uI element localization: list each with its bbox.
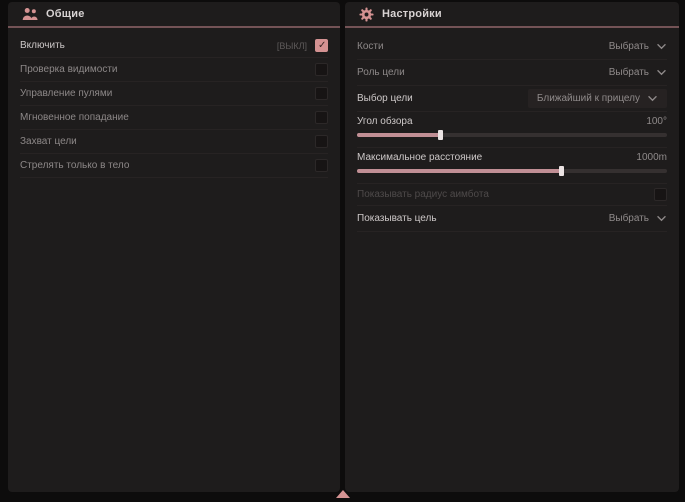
row-enable: Включить [ВЫКЛ] — [20, 34, 328, 58]
max-distance-slider-fill — [357, 169, 562, 173]
fov-value: 100° — [646, 116, 667, 127]
bullet-control-checkbox[interactable] — [315, 87, 328, 100]
target-lock-checkbox[interactable] — [315, 135, 328, 148]
menu-window: Общие Включить [ВЫКЛ] Проверка видимости… — [0, 0, 685, 502]
panel-general-body: Включить [ВЫКЛ] Проверка видимости Управ… — [8, 28, 340, 178]
target-role-dropdown[interactable]: Выбрать — [609, 67, 667, 78]
row-target-role: Роль цели Выбрать — [357, 60, 667, 86]
dropdown-value: Выбрать — [609, 41, 649, 52]
setting-label: Выбор цели — [357, 93, 413, 104]
body-only-checkbox[interactable] — [315, 159, 328, 172]
enable-checkbox[interactable] — [315, 39, 328, 52]
row-fov: Угол обзора 100° — [357, 112, 667, 148]
scroll-up-indicator[interactable] — [336, 490, 350, 498]
visibility-check-checkbox[interactable] — [315, 63, 328, 76]
panel-general-title: Общие — [46, 8, 85, 20]
show-target-dropdown[interactable]: Выбрать — [609, 213, 667, 224]
setting-label: Проверка видимости — [20, 64, 118, 75]
chevron-down-icon — [656, 43, 667, 50]
row-instant-hit: Мгновенное попадание — [20, 106, 328, 130]
row-show-target: Показывать цель Выбрать — [357, 206, 667, 232]
fov-slider-handle[interactable] — [438, 130, 443, 140]
setting-label: Показывать цель — [357, 213, 437, 224]
bones-dropdown[interactable]: Выбрать — [609, 41, 667, 52]
show-radius-checkbox[interactable] — [654, 188, 667, 201]
instant-hit-checkbox[interactable] — [315, 111, 328, 124]
setting-label: Управление пулями — [20, 88, 112, 99]
panel-settings: Настройки Кости Выбрать Роль цели Выбрат… — [345, 2, 679, 492]
panel-general-header: Общие — [8, 2, 340, 28]
fov-slider[interactable] — [357, 133, 667, 137]
max-distance-slider[interactable] — [357, 169, 667, 173]
setting-label: Захват цели — [20, 136, 77, 147]
target-select-dropdown[interactable]: Ближайший к прицелу — [528, 89, 667, 108]
dropdown-value: Выбрать — [609, 67, 649, 78]
row-bullet-control: Управление пулями — [20, 82, 328, 106]
setting-label: Роль цели — [357, 67, 405, 78]
chevron-down-icon — [656, 215, 667, 222]
gear-icon — [359, 7, 374, 22]
users-icon — [22, 7, 38, 21]
hotkey-tag: [ВЫКЛ] — [277, 41, 307, 51]
panel-general: Общие Включить [ВЫКЛ] Проверка видимости… — [8, 2, 340, 492]
setting-label: Угол обзора — [357, 116, 413, 127]
max-distance-value: 1000m — [636, 152, 667, 163]
setting-label: Мгновенное попадание — [20, 112, 129, 123]
row-bones: Кости Выбрать — [357, 34, 667, 60]
dropdown-value: Выбрать — [609, 213, 649, 224]
dropdown-value: Ближайший к прицелу — [537, 93, 640, 104]
row-target-lock: Захват цели — [20, 130, 328, 154]
chevron-down-icon — [656, 69, 667, 76]
fov-slider-fill — [357, 133, 441, 137]
max-distance-slider-handle[interactable] — [559, 166, 564, 176]
row-max-distance: Максимальное расстояние 1000m — [357, 148, 667, 184]
row-target-select: Выбор цели Ближайший к прицелу — [357, 86, 667, 112]
panel-settings-title: Настройки — [382, 8, 442, 20]
row-visibility-check: Проверка видимости — [20, 58, 328, 82]
setting-label: Показывать радиус аимбота — [357, 189, 489, 200]
panel-settings-body: Кости Выбрать Роль цели Выбрать — [345, 28, 679, 232]
panel-settings-header: Настройки — [345, 2, 679, 28]
row-show-radius: Показывать радиус аимбота — [357, 184, 667, 206]
setting-label: Стрелять только в тело — [20, 160, 129, 171]
setting-label: Максимальное расстояние — [357, 152, 482, 163]
setting-label: Включить — [20, 40, 65, 51]
chevron-down-icon — [647, 95, 658, 102]
row-body-only: Стрелять только в тело — [20, 154, 328, 178]
setting-label: Кости — [357, 41, 384, 52]
